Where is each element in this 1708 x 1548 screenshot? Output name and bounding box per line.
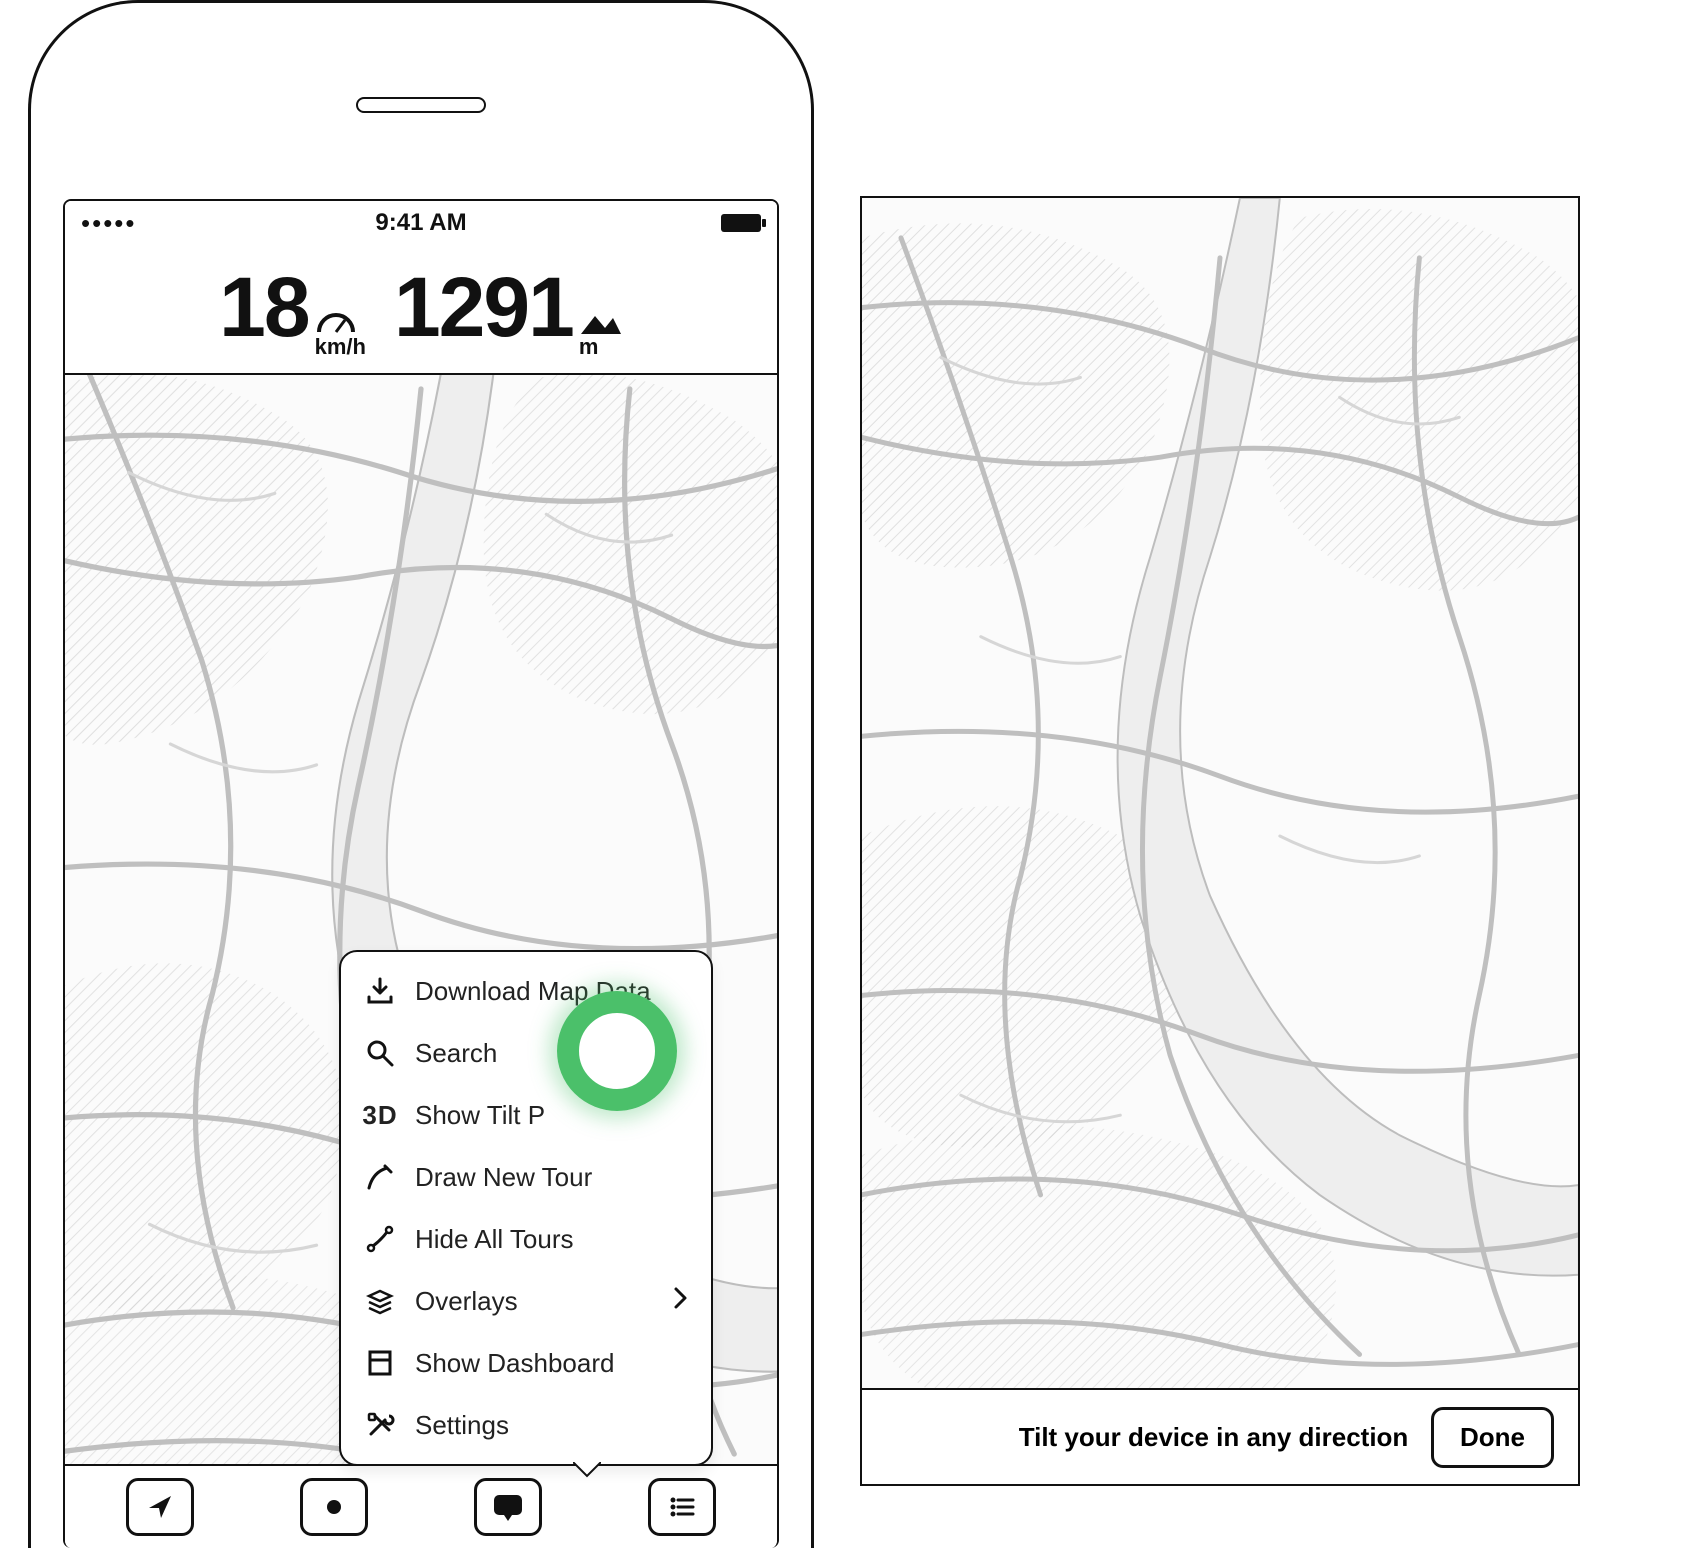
- dashboard: 18 km/h 1291 m: [65, 245, 777, 375]
- altitude-value: 1291: [394, 259, 573, 356]
- altitude-metric: 1291 m: [394, 259, 623, 360]
- menu-item-label: Hide All Tours: [415, 1224, 574, 1255]
- mountain-icon: [579, 312, 623, 336]
- tab-map-menu[interactable]: [474, 1478, 542, 1536]
- tab-locate[interactable]: [126, 1478, 194, 1536]
- 3d-text-icon: 3D: [363, 1098, 397, 1132]
- bottom-tab-bar: [65, 1464, 777, 1548]
- battery-icon: [721, 214, 761, 232]
- list-icon: [667, 1492, 697, 1522]
- dashboard-icon: [363, 1346, 397, 1380]
- speed-metric: 18 km/h: [219, 259, 366, 360]
- route-icon: [363, 1222, 397, 1256]
- tab-list[interactable]: [648, 1478, 716, 1536]
- menu-item-label: Settings: [415, 1410, 509, 1441]
- draw-icon: [363, 1160, 397, 1194]
- status-time: 9:41 AM: [65, 209, 777, 237]
- tilt-hint-text: Tilt your device in any direction: [996, 1422, 1431, 1453]
- search-icon: [363, 1036, 397, 1070]
- menu-item-label: Search: [415, 1038, 497, 1069]
- menu-item-tilt-preview[interactable]: 3D Show Tilt P: [341, 1084, 711, 1146]
- map-canvas-tilt[interactable]: [862, 198, 1578, 1484]
- menu-item-search[interactable]: Search: [341, 1022, 711, 1084]
- device-speaker: [356, 97, 486, 113]
- menu-item-label: Show Dashboard: [415, 1348, 614, 1379]
- download-icon: [363, 974, 397, 1008]
- speed-value: 18: [219, 259, 308, 356]
- menu-item-settings[interactable]: Settings: [341, 1394, 711, 1456]
- map-menu-icon: [491, 1492, 525, 1522]
- menu-item-label: Show Tilt P: [415, 1100, 545, 1131]
- tab-record[interactable]: [300, 1478, 368, 1536]
- tilt-hint-bar: Tilt your device in any direction Done: [862, 1388, 1578, 1484]
- popover-arrow: [573, 1462, 601, 1478]
- device-frame: ••••• 9:41 AM 18 km/h 12: [28, 0, 814, 1548]
- menu-item-show-dashboard[interactable]: Show Dashboard: [341, 1332, 711, 1394]
- speed-unit: km/h: [315, 334, 366, 360]
- altitude-unit: m: [579, 334, 599, 360]
- menu-item-draw-tour[interactable]: Draw New Tour: [341, 1146, 711, 1208]
- location-arrow-icon: [145, 1492, 175, 1522]
- menu-item-label: Draw New Tour: [415, 1162, 592, 1193]
- status-bar: ••••• 9:41 AM: [65, 201, 777, 245]
- chevron-right-icon: [673, 1286, 689, 1317]
- layers-icon: [363, 1284, 397, 1318]
- app-screen-right: Tilt your device in any direction Done: [860, 196, 1580, 1486]
- menu-item-label: Overlays: [415, 1286, 518, 1317]
- done-button[interactable]: Done: [1431, 1407, 1554, 1468]
- menu-item-overlays[interactable]: Overlays: [341, 1270, 711, 1332]
- speedometer-icon: [315, 312, 357, 336]
- map-options-popover: Download Map Data Search 3D Show Tilt P: [339, 950, 713, 1466]
- menu-item-label: Download Map Data: [415, 976, 651, 1007]
- app-screen-left: ••••• 9:41 AM 18 km/h 12: [63, 199, 779, 1548]
- menu-item-download-map[interactable]: Download Map Data: [341, 960, 711, 1022]
- record-dot-icon: [319, 1492, 349, 1522]
- tools-icon: [363, 1408, 397, 1442]
- menu-item-hide-tours[interactable]: Hide All Tours: [341, 1208, 711, 1270]
